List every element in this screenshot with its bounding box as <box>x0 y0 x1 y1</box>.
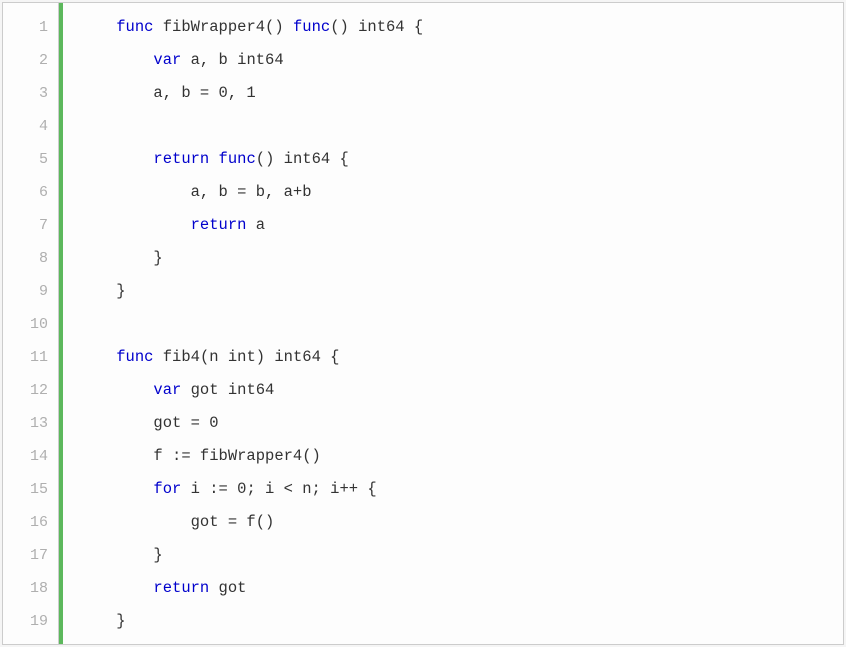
line-number: 18 <box>3 572 58 605</box>
code-token <box>79 18 116 36</box>
code-token: return <box>153 579 209 597</box>
code-line: func fibWrapper4() func() int64 { <box>79 11 843 44</box>
code-token: () int64 { <box>330 18 423 36</box>
code-token: func <box>116 18 153 36</box>
code-token <box>79 216 191 234</box>
code-token: a <box>246 216 265 234</box>
code-token: func <box>116 348 153 366</box>
line-number: 13 <box>3 407 58 440</box>
code-line: } <box>79 242 843 275</box>
code-line: got = 0 <box>79 407 843 440</box>
code-token <box>79 480 153 498</box>
code-line: } <box>79 275 843 308</box>
line-number: 5 <box>3 143 58 176</box>
code-token: return <box>153 150 209 168</box>
code-line: for i := 0; i < n; i++ { <box>79 473 843 506</box>
code-area: func fibWrapper4() func() int64 { var a,… <box>63 3 843 644</box>
code-token: } <box>79 546 163 564</box>
line-number: 14 <box>3 440 58 473</box>
line-number: 12 <box>3 374 58 407</box>
code-line: return a <box>79 209 843 242</box>
code-token: a, b = b, a+b <box>79 183 312 201</box>
code-token: () int64 { <box>256 150 349 168</box>
code-token: a, b int64 <box>181 51 283 69</box>
line-number: 16 <box>3 506 58 539</box>
code-token: var <box>153 381 181 399</box>
code-line: a, b = b, a+b <box>79 176 843 209</box>
code-token: f := fibWrapper4() <box>79 447 321 465</box>
code-token <box>79 150 153 168</box>
code-line: return got <box>79 572 843 605</box>
code-token: var <box>153 51 181 69</box>
line-number: 3 <box>3 77 58 110</box>
line-number: 4 <box>3 110 58 143</box>
line-number: 7 <box>3 209 58 242</box>
code-token: i := 0; i < n; i++ { <box>181 480 376 498</box>
code-token <box>79 348 116 366</box>
code-token: func <box>219 150 256 168</box>
code-token <box>209 150 218 168</box>
line-number: 11 <box>3 341 58 374</box>
code-token: got = 0 <box>79 414 219 432</box>
code-token: } <box>79 282 126 300</box>
code-line: func fib4(n int) int64 { <box>79 341 843 374</box>
code-token <box>79 51 153 69</box>
code-line: got = f() <box>79 506 843 539</box>
line-number: 17 <box>3 539 58 572</box>
line-number: 19 <box>3 605 58 638</box>
code-token: fib4(n int) int64 { <box>153 348 339 366</box>
code-line <box>79 308 843 341</box>
line-number: 2 <box>3 44 58 77</box>
line-number: 15 <box>3 473 58 506</box>
code-token: got <box>209 579 246 597</box>
code-token: got = f() <box>79 513 274 531</box>
code-token: } <box>79 612 126 630</box>
code-line: f := fibWrapper4() <box>79 440 843 473</box>
line-number: 10 <box>3 308 58 341</box>
code-line: a, b = 0, 1 <box>79 77 843 110</box>
code-token: for <box>153 480 181 498</box>
line-number: 9 <box>3 275 58 308</box>
code-token: } <box>79 249 163 267</box>
code-line: var a, b int64 <box>79 44 843 77</box>
line-number: 1 <box>3 11 58 44</box>
code-token <box>79 381 153 399</box>
code-token: return <box>191 216 247 234</box>
code-line <box>79 110 843 143</box>
code-token: got int64 <box>181 381 274 399</box>
line-number: 8 <box>3 242 58 275</box>
code-block: 12345678910111213141516171819 func fibWr… <box>2 2 844 645</box>
code-line: return func() int64 { <box>79 143 843 176</box>
line-number-gutter: 12345678910111213141516171819 <box>3 3 59 644</box>
code-token <box>79 579 153 597</box>
code-token: a, b = 0, 1 <box>79 84 256 102</box>
code-line: } <box>79 539 843 572</box>
code-line: } <box>79 605 843 638</box>
code-token: func <box>293 18 330 36</box>
code-token: fibWrapper4() <box>153 18 293 36</box>
line-number: 6 <box>3 176 58 209</box>
code-line: var got int64 <box>79 374 843 407</box>
